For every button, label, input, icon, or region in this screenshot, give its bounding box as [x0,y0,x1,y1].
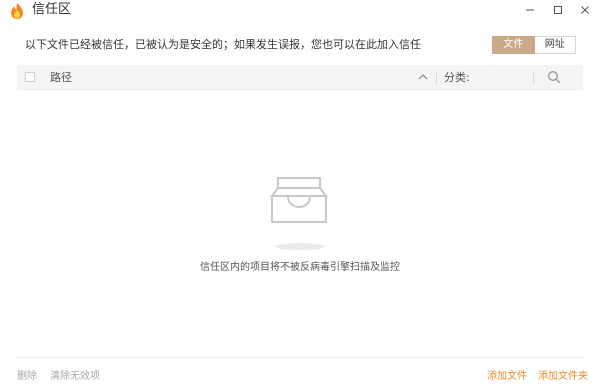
select-all-checkbox[interactable] [25,72,35,82]
footer-divider [17,357,583,358]
empty-state-text: 信任区内的项目将不被反病毒引擎扫描及监控 [200,262,400,273]
close-button[interactable] [571,0,599,20]
clear-invalid-button[interactable]: 清除无效项 [50,370,100,383]
type-switch: 文件 网址 [492,36,576,54]
table-header: 路径 分类: [17,65,583,91]
title-bar: 信任区 [0,0,600,22]
window-title: 信任区 [32,2,72,17]
minimize-icon [526,9,534,11]
maximize-button[interactable] [544,0,572,20]
column-category[interactable]: 分类: [444,71,470,85]
minimize-button[interactable] [516,0,544,20]
empty-tray-shadow [275,243,325,250]
add-folder-button[interactable]: 添加文件夹 [538,370,588,383]
app-logo-icon [11,3,23,19]
sort-up-icon[interactable] [417,71,429,83]
close-icon [581,6,589,14]
column-divider [533,72,534,84]
search-icon[interactable] [547,70,561,84]
delete-button[interactable]: 删除 [17,370,37,383]
empty-tray-icon [270,177,328,223]
tab-url[interactable]: 网址 [534,36,576,54]
column-divider [436,72,437,84]
add-file-button[interactable]: 添加文件 [487,370,527,383]
trust-zone-window: 信任区 以下文件已经被信任，已被认为是安全的；如果发生误报，您也可以在此加入信任… [0,0,600,389]
tab-file[interactable]: 文件 [492,36,535,54]
maximize-icon [554,6,562,14]
info-description: 以下文件已经被信任，已被认为是安全的；如果发生误报，您也可以在此加入信任 [25,38,421,51]
column-path[interactable]: 路径 [50,71,72,85]
